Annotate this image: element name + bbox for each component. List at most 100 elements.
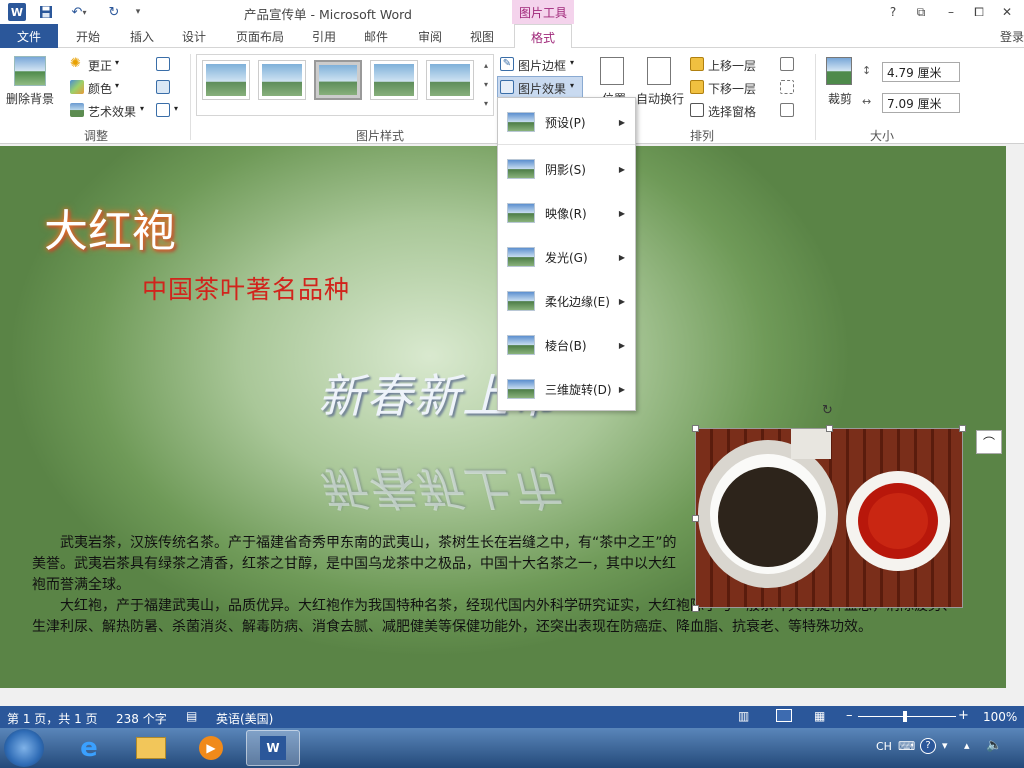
ribbon-display-options-button[interactable]: ⧉	[910, 3, 932, 21]
close-button[interactable]: ✕	[996, 3, 1018, 21]
start-button[interactable]	[4, 729, 44, 767]
zoom-slider[interactable]	[858, 716, 956, 717]
menu-item-preset[interactable]: 预设(P) ▶	[498, 100, 635, 144]
ime-indicator[interactable]: CH	[876, 740, 892, 753]
artistic-effects-icon	[70, 103, 84, 117]
remove-background-icon[interactable]	[14, 56, 46, 86]
tab-file[interactable]: 文件	[0, 24, 58, 48]
picture-style-thumb[interactable]	[314, 60, 362, 100]
tab-home[interactable]: 开始	[66, 24, 110, 48]
selection-pane-button[interactable]: 选择窗格	[708, 103, 756, 120]
web-layout-icon[interactable]: ▦	[814, 709, 825, 723]
crop-icon[interactable]	[826, 57, 852, 85]
picture-effects-icon	[500, 80, 514, 94]
picture-style-thumb[interactable]	[202, 60, 250, 100]
picture-style-thumb[interactable]	[426, 60, 474, 100]
send-backward-button[interactable]: 下移一层	[708, 80, 756, 97]
tab-review[interactable]: 审阅	[408, 24, 452, 48]
paragraph[interactable]: 武夷岩茶，汉族传统名茶。产于福建省奇秀甲东南的武夷山，茶树生长在岩缝之中，有“茶…	[32, 533, 682, 596]
bring-forward-button[interactable]: 上移一层	[708, 57, 756, 74]
menu-item-soft-edges[interactable]: 柔化边缘(E) ▶	[498, 279, 635, 323]
artistic-effects-button[interactable]: 艺术效果	[88, 103, 136, 120]
tab-view[interactable]: 视图	[460, 24, 504, 48]
tab-insert[interactable]: 插入	[120, 24, 164, 48]
rotate-handle-icon[interactable]: ↻	[822, 403, 833, 418]
color-button[interactable]: 颜色	[88, 80, 112, 97]
tab-mailings[interactable]: 邮件	[354, 24, 398, 48]
tab-format[interactable]: 格式	[514, 24, 572, 49]
tray-menu-icon[interactable]: ▾	[942, 739, 948, 752]
help-button[interactable]: ?	[882, 3, 904, 21]
word-taskbar-icon[interactable]: W	[246, 730, 300, 766]
menu-item-shadow[interactable]: 阴影(S) ▶	[498, 147, 635, 191]
corrections-button[interactable]: 更正	[88, 57, 112, 74]
tea-photo[interactable]	[695, 428, 963, 608]
menu-item-glow[interactable]: 发光(G) ▶	[498, 235, 635, 279]
zoom-out-icon[interactable]: –	[846, 708, 853, 723]
sign-in-link[interactable]: 登录	[1000, 28, 1024, 45]
resize-handle[interactable]	[692, 425, 699, 432]
wrap-text-button[interactable]: 自动换行	[636, 90, 684, 107]
help-tray-icon[interactable]: ?	[920, 738, 936, 754]
volume-icon[interactable]: 🔈	[986, 738, 1002, 753]
zoom-in-icon[interactable]: +	[958, 708, 969, 723]
heading-subtitle[interactable]: 中国茶叶著名品种	[142, 270, 350, 306]
tab-page-layout[interactable]: 页面布局	[228, 24, 292, 48]
minimize-button[interactable]: –	[940, 3, 962, 21]
reset-picture-icon[interactable]	[156, 103, 170, 117]
redo-icon[interactable]: ↻	[104, 2, 124, 22]
picture-style-thumb[interactable]	[370, 60, 418, 100]
proofing-icon[interactable]: ▤	[186, 709, 197, 723]
layout-options-icon[interactable]: ⌒	[976, 430, 1002, 454]
vertical-scrollbar[interactable]	[1006, 144, 1024, 706]
wrap-text-icon[interactable]	[647, 57, 671, 85]
internet-explorer-icon[interactable]: e	[62, 730, 116, 766]
page-count[interactable]: 第 1 页，共 1 页	[7, 710, 98, 727]
read-mode-icon[interactable]: ▥	[738, 709, 749, 723]
remove-background-button[interactable]: 删除背景	[6, 90, 54, 107]
undo-icon[interactable]: ↶ ▾	[64, 2, 94, 22]
chevron-down-icon: ▾	[570, 81, 575, 90]
resize-handle[interactable]	[692, 605, 699, 612]
zoom-level[interactable]: 100%	[983, 710, 1017, 724]
customize-qat-icon[interactable]: ▾	[128, 2, 148, 22]
width-spinner[interactable]: 7.09 厘米	[882, 93, 960, 113]
preset-icon	[507, 112, 535, 132]
selection-pane-icon	[690, 103, 704, 117]
crop-button[interactable]: 裁剪	[828, 90, 852, 107]
rotate-icon[interactable]	[780, 103, 794, 117]
resize-handle[interactable]	[826, 425, 833, 432]
tab-references[interactable]: 引用	[302, 24, 346, 48]
height-spinner[interactable]: 4.79 厘米	[882, 62, 960, 82]
restore-button[interactable]: ⧠	[968, 3, 990, 21]
resize-handle[interactable]	[959, 425, 966, 432]
file-explorer-icon[interactable]	[124, 730, 178, 766]
zoom-slider-thumb[interactable]	[903, 711, 907, 722]
heading-title[interactable]: 大红袍	[44, 195, 176, 259]
tab-design[interactable]: 设计	[172, 24, 216, 48]
glow-icon	[507, 247, 535, 267]
picture-border-button[interactable]: 图片边框	[518, 57, 566, 74]
menu-item-reflection[interactable]: 映像(R) ▶	[498, 191, 635, 235]
chevron-down-icon: ▾	[140, 104, 145, 113]
change-picture-icon[interactable]	[156, 80, 170, 94]
word-count[interactable]: 238 个字	[116, 710, 167, 727]
group-icon[interactable]	[780, 80, 794, 94]
picture-effects-button[interactable]: 图片效果	[518, 80, 566, 97]
menu-item-3d-rotation[interactable]: 三维旋转(D) ▶	[498, 367, 635, 411]
language-indicator[interactable]: 英语(美国)	[216, 710, 273, 727]
resize-handle[interactable]	[692, 515, 699, 522]
keyboard-icon[interactable]: ⌨	[898, 739, 915, 753]
show-hidden-icons-icon[interactable]: ▴	[964, 739, 970, 752]
picture-style-thumb[interactable]	[258, 60, 306, 100]
compress-pictures-icon[interactable]	[156, 57, 170, 71]
menu-item-bevel[interactable]: 棱台(B) ▶	[498, 323, 635, 367]
position-icon[interactable]	[600, 57, 624, 85]
picture-effects-menu: 预设(P) ▶ 阴影(S) ▶ 映像(R) ▶ 发光(G) ▶ 柔化边缘(E) …	[497, 97, 636, 411]
save-icon[interactable]	[36, 2, 56, 22]
align-icon[interactable]	[780, 57, 794, 71]
word-app-icon[interactable]: W	[8, 3, 26, 21]
print-layout-icon[interactable]	[776, 709, 792, 722]
media-player-icon[interactable]: ▶	[184, 730, 238, 766]
gallery-scroll-arrows[interactable]: ▴ ▾ ▾	[480, 56, 492, 114]
